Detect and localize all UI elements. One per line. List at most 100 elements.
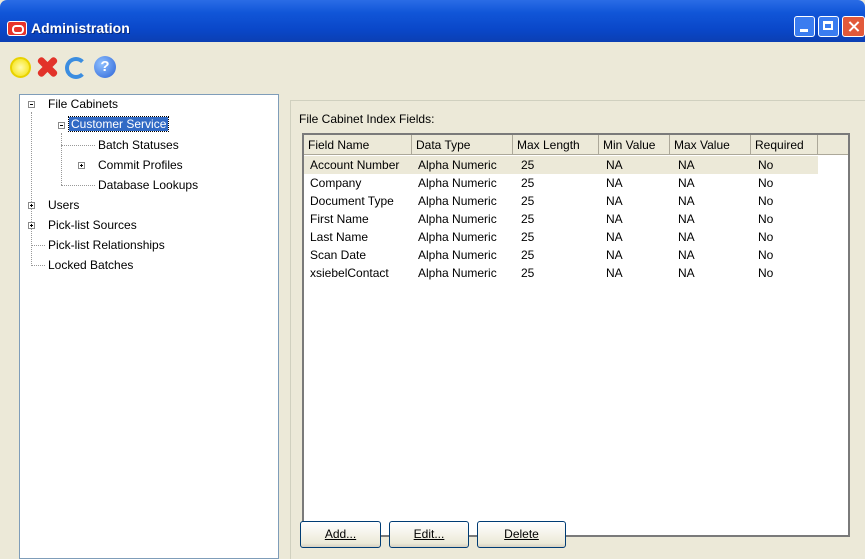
- tree-item-picklist-relationships[interactable]: Pick-list Relationships: [46, 238, 167, 252]
- table-row[interactable]: Account Number Alpha Numeric 25 NA NA No: [304, 156, 818, 174]
- minimize-button[interactable]: [794, 16, 815, 37]
- table-cell: 25: [521, 248, 535, 262]
- table-cell: NA: [678, 212, 695, 226]
- table-cell: NA: [606, 194, 623, 208]
- table-row[interactable]: Company Alpha Numeric 25 NA NA No: [304, 174, 848, 192]
- column-header-max-value[interactable]: Max Value: [670, 135, 751, 155]
- tree-line: [61, 133, 62, 185]
- table-cell: Last Name: [310, 230, 369, 244]
- table-cell: No: [758, 266, 774, 280]
- table-cell: 25: [521, 176, 535, 190]
- table-cell: 25: [521, 212, 535, 226]
- table-cell: NA: [606, 248, 623, 262]
- edit-button[interactable]: Edit...: [389, 521, 469, 548]
- table-cell: No: [758, 194, 774, 208]
- table-cell: NA: [678, 248, 695, 262]
- table-cell: NA: [678, 266, 695, 280]
- table-cell: No: [758, 212, 774, 226]
- tree-item-label: Pick-list Relationships: [48, 238, 165, 252]
- navigation-tree[interactable]: File Cabinets Customer Service Batch Sta…: [19, 94, 279, 559]
- table-cell: Company: [310, 176, 362, 190]
- window-title: Administration: [31, 20, 130, 36]
- toolbar: [0, 46, 865, 86]
- column-header-filler: [818, 135, 848, 155]
- index-fields-table[interactable]: Field Name Data Type Max Length Min Valu…: [302, 133, 850, 537]
- table-cell: NA: [678, 158, 695, 172]
- help-icon[interactable]: [92, 54, 118, 80]
- column-header-field-name[interactable]: Field Name: [304, 135, 412, 155]
- tree-item-customer-service[interactable]: Customer Service: [67, 116, 170, 132]
- table-cell: Alpha Numeric: [418, 158, 497, 172]
- table-cell: No: [758, 176, 774, 190]
- collapse-toggle-customer-service[interactable]: [58, 122, 65, 129]
- new-icon[interactable]: [7, 54, 33, 80]
- delete-button-label: Delete: [504, 527, 539, 541]
- tree-item-label: Pick-list Sources: [48, 218, 137, 232]
- table-cell: 25: [521, 158, 535, 172]
- tree-item-commit-profiles[interactable]: Commit Profiles: [96, 158, 185, 172]
- tree-item-database-lookups[interactable]: Database Lookups: [96, 178, 200, 192]
- table-row[interactable]: Document Type Alpha Numeric 25 NA NA No: [304, 192, 848, 210]
- add-button-label: Add...: [324, 527, 357, 541]
- table-row[interactable]: Scan Date Alpha Numeric 25 NA NA No: [304, 246, 848, 264]
- table-row[interactable]: First Name Alpha Numeric 25 NA NA No: [304, 210, 848, 228]
- table-cell: xsiebelContact: [310, 266, 389, 280]
- table-cell: Alpha Numeric: [418, 176, 497, 190]
- table-cell: 25: [521, 230, 535, 244]
- tree-item-label: Customer Service: [67, 116, 170, 132]
- table-cell: First Name: [310, 212, 369, 226]
- tree-item-picklist-sources[interactable]: Pick-list Sources: [46, 218, 139, 232]
- table-cell: NA: [606, 230, 623, 244]
- table-cell: Alpha Numeric: [418, 248, 497, 262]
- table-row[interactable]: Last Name Alpha Numeric 25 NA NA No: [304, 228, 848, 246]
- tree-item-label: Database Lookups: [98, 178, 199, 192]
- column-header-required[interactable]: Required: [751, 135, 818, 155]
- table-cell: Document Type: [310, 194, 394, 208]
- column-header-max-length[interactable]: Max Length: [513, 135, 599, 155]
- table-cell: NA: [606, 158, 623, 172]
- table-cell: 25: [521, 266, 535, 280]
- index-fields-label: File Cabinet Index Fields:: [299, 112, 435, 126]
- table-row[interactable]: xsiebelContact Alpha Numeric 25 NA NA No: [304, 264, 848, 282]
- edit-button-label: Edit...: [413, 527, 445, 541]
- table-cell: Alpha Numeric: [418, 230, 497, 244]
- column-header-min-value[interactable]: Min Value: [599, 135, 670, 155]
- table-cell: 25: [521, 194, 535, 208]
- column-header-data-type[interactable]: Data Type: [412, 135, 513, 155]
- tree-item-locked-batches[interactable]: Locked Batches: [46, 258, 135, 272]
- refresh-icon[interactable]: [62, 54, 88, 80]
- tree-line: [31, 245, 45, 246]
- table-cell: No: [758, 230, 774, 244]
- tree-item-label: Batch Statuses: [98, 138, 179, 152]
- table-cell: NA: [606, 176, 623, 190]
- tree-item-label: Locked Batches: [48, 258, 134, 272]
- table-cell: NA: [678, 230, 695, 244]
- expand-toggle-users[interactable]: [28, 202, 35, 209]
- table-cell: No: [758, 158, 774, 172]
- expand-toggle-commit-profiles[interactable]: [78, 162, 85, 169]
- expand-toggle-picklist-sources[interactable]: [28, 222, 35, 229]
- delete-button[interactable]: Delete: [477, 521, 566, 548]
- title-bar[interactable]: Administration: [0, 0, 865, 42]
- tree-line: [31, 112, 32, 266]
- tree-item-label: Users: [48, 198, 80, 212]
- tree-item-users[interactable]: Users: [46, 198, 81, 212]
- tree-line: [61, 185, 95, 186]
- tree-item-batch-statuses[interactable]: Batch Statuses: [96, 138, 181, 152]
- delete-icon[interactable]: [34, 54, 60, 80]
- tree-line: [31, 265, 45, 266]
- tree-item-file-cabinets[interactable]: File Cabinets: [46, 97, 120, 111]
- table-cell: Scan Date: [310, 248, 367, 262]
- close-button[interactable]: [842, 16, 865, 37]
- table-cell: NA: [606, 212, 623, 226]
- table-cell: No: [758, 248, 774, 262]
- table-cell: Alpha Numeric: [418, 212, 497, 226]
- table-cell: Alpha Numeric: [418, 194, 497, 208]
- collapse-toggle-file-cabinets[interactable]: [28, 101, 35, 108]
- add-button[interactable]: Add...: [300, 521, 381, 548]
- tree-line: [61, 145, 95, 146]
- maximize-button[interactable]: [818, 16, 839, 37]
- table-cell: NA: [678, 176, 695, 190]
- tree-item-label: File Cabinets: [48, 97, 119, 111]
- table-cell: NA: [606, 266, 623, 280]
